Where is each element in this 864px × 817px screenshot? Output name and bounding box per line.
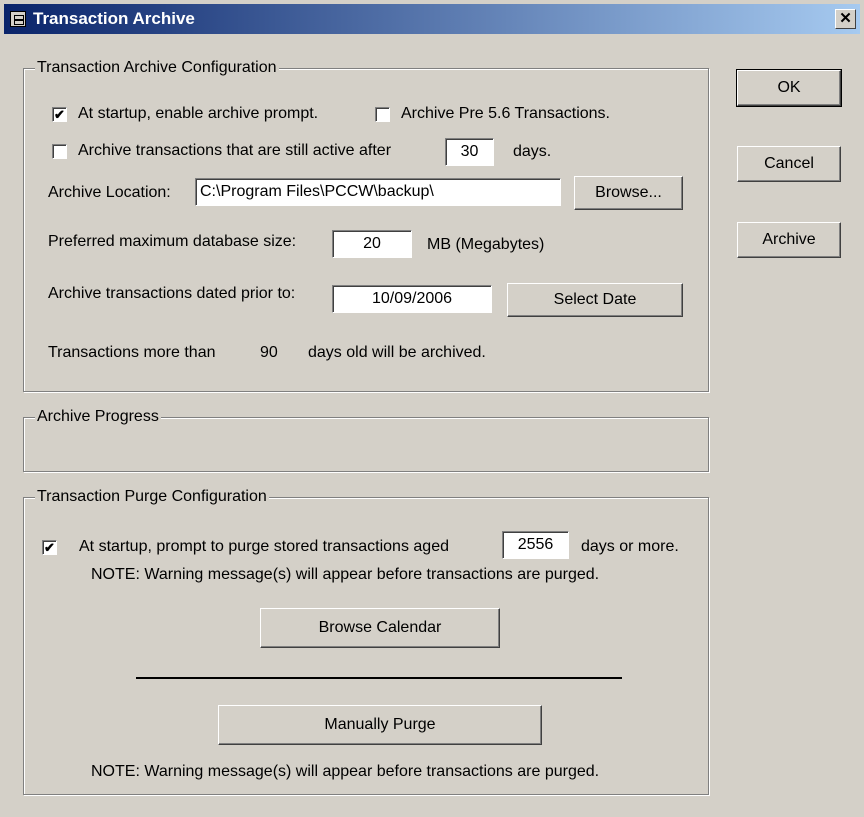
purge-days-input[interactable]: 2556 (502, 531, 569, 559)
purge-prompt-checkbox[interactable]: ✔ (42, 540, 57, 555)
purge-prompt-label: At startup, prompt to purge stored trans… (79, 538, 449, 555)
purge-days-unit-label: days or more. (581, 538, 679, 555)
max-db-size-input[interactable]: 20 (332, 230, 412, 258)
archive-still-active-checkbox[interactable] (52, 144, 67, 159)
enable-archive-prompt-label: At startup, enable archive prompt. (78, 105, 319, 122)
cancel-button[interactable]: Cancel (737, 146, 841, 182)
archive-config-group: Transaction Archive Configuration ✔ At s… (23, 59, 709, 392)
purge-config-group: Transaction Purge Configuration ✔ At sta… (23, 488, 709, 795)
max-db-size-label: Preferred maximum database size: (48, 233, 297, 250)
archive-location-label: Archive Location: (48, 184, 171, 201)
close-button[interactable]: ✕ (835, 9, 856, 29)
title-bar[interactable]: Transaction Archive ✕ (4, 4, 860, 34)
archive-button[interactable]: Archive (737, 222, 841, 258)
dated-prior-input[interactable]: 10/09/2006 (332, 285, 492, 313)
purge-config-group-label: Transaction Purge Configuration (35, 488, 269, 506)
archive-progress-group: Archive Progress (23, 408, 709, 472)
archive-progress-group-label: Archive Progress (35, 408, 161, 426)
purge-separator (136, 677, 622, 679)
archive-pre56-checkbox[interactable] (375, 107, 390, 122)
archive-still-active-label: Archive transactions that are still acti… (78, 142, 392, 159)
active-days-unit-label: days. (513, 143, 552, 160)
archive-config-group-label: Transaction Archive Configuration (35, 59, 279, 77)
purge-note-bottom: NOTE: Warning message(s) will appear bef… (91, 763, 600, 780)
select-date-button[interactable]: Select Date (507, 283, 683, 317)
dated-prior-label: Archive transactions dated prior to: (48, 285, 296, 302)
archive-summary-suffix: days old will be archived. (308, 344, 486, 361)
app-icon (10, 11, 26, 27)
max-db-size-unit-label: MB (Megabytes) (427, 236, 545, 253)
purge-note-top: NOTE: Warning message(s) will appear bef… (91, 566, 600, 583)
manually-purge-button[interactable]: Manually Purge (218, 705, 542, 745)
window-title: Transaction Archive (33, 9, 195, 28)
archive-location-input[interactable]: C:\Program Files\PCCW\backup\ (195, 178, 561, 206)
archive-pre56-label: Archive Pre 5.6 Transactions. (401, 105, 610, 122)
archive-summary-prefix: Transactions more than (48, 344, 216, 361)
archive-summary-days: 90 (260, 344, 278, 361)
browse-calendar-button[interactable]: Browse Calendar (260, 608, 500, 648)
browse-location-button[interactable]: Browse... (574, 176, 683, 210)
ok-button[interactable]: OK (736, 69, 842, 107)
active-days-input[interactable]: 30 (445, 138, 494, 166)
enable-archive-prompt-checkbox[interactable]: ✔ (52, 107, 67, 122)
transaction-archive-window: Transaction Archive ✕ OK Cancel Archive … (0, 0, 864, 817)
